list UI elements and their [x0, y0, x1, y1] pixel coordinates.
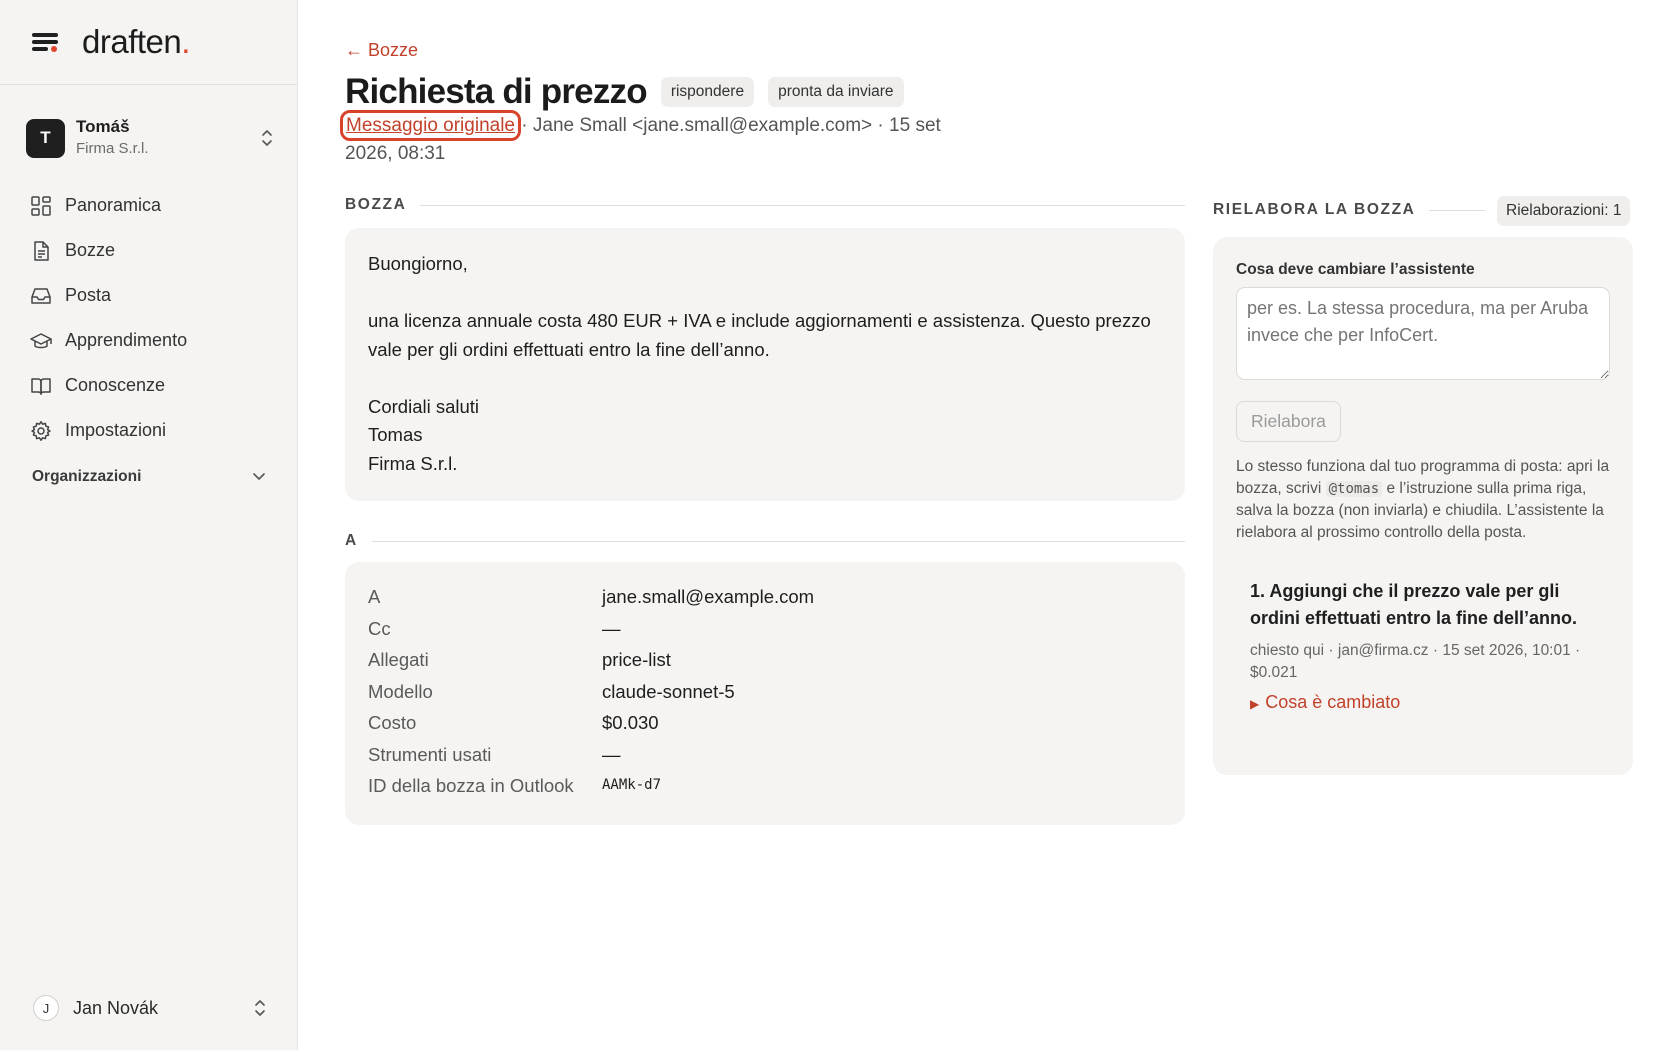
status-badge-intent: rispondere: [660, 77, 755, 107]
rework-help-text: Lo stesso funziona dal tuo programma di …: [1236, 458, 1610, 541]
document-icon: [34, 240, 49, 261]
detail-key: Strumenti usati: [368, 743, 492, 765]
detail-key: Costo: [368, 712, 417, 733]
user-name: Jan Novák: [73, 997, 159, 1018]
detail-value-cc: —: [602, 617, 621, 639]
chevron-updown-icon: [255, 1000, 265, 1016]
detail-value-cost: $0.030: [602, 712, 659, 733]
organizations-label: Organizzazioni: [32, 468, 142, 485]
what-changed-toggle[interactable]: ▶ Cosa è cambiato: [1250, 692, 1596, 713]
sidebar-item-label: Apprendimento: [65, 330, 188, 350]
title-row: Richiesta di prezzo rispondere pronta da…: [345, 72, 904, 112]
rework-request-meta: chiesto qui · jan@firma.cz · 15 set 2026…: [1250, 642, 1581, 681]
brand-logo[interactable]: draften.: [82, 23, 190, 61]
sidebar-item-posta[interactable]: Posta: [30, 273, 280, 318]
sidebar-item-impostazioni[interactable]: Impostazioni: [30, 408, 280, 453]
draft-paragraph: una licenza annuale costa 480 EUR + IVA …: [368, 310, 1151, 360]
book-icon: [31, 377, 51, 395]
detail-value-attachments: price-list: [602, 649, 671, 670]
detail-key: ID della bozza in Outlook: [368, 775, 574, 796]
detail-value-model: claude-sonnet-5: [602, 680, 735, 702]
draft-signature-org: Firma S.r.l.: [368, 452, 458, 474]
sidebar: draften. T Tomáš Firma S.r.l. Panoramica…: [0, 0, 298, 1050]
graduation-cap-icon: [30, 332, 52, 348]
sidebar-item-label: Posta: [65, 285, 112, 305]
sidebar-item-label: Impostazioni: [65, 420, 167, 440]
sidebar-item-label: Conoscenze: [65, 375, 166, 395]
chevron-updown-icon: [262, 130, 272, 146]
rework-section-label: RIELABORA LA BOZZA: [1213, 201, 1485, 219]
draft-card: Buongiorno, una licenza annuale costa 48…: [345, 228, 1185, 501]
page-title: Richiesta di prezzo: [345, 72, 648, 111]
draft-body: Buongiorno, una licenza annuale costa 48…: [368, 250, 1162, 478]
organizations-toggle[interactable]: Organizzazioni: [32, 468, 266, 486]
brand-header: draften.: [0, 0, 297, 85]
detail-key: Cc: [368, 617, 391, 639]
dashboard-icon: [31, 195, 51, 216]
account-name: Tomáš: [76, 117, 130, 136]
back-to-drafts-link[interactable]: ← Bozze: [345, 40, 418, 61]
details-section-label: A: [345, 532, 1185, 550]
user-avatar: J: [33, 995, 59, 1021]
detail-key: Allegati: [368, 649, 429, 670]
account-org: Firma S.r.l.: [76, 140, 149, 157]
draft-greeting: Buongiorno,: [368, 253, 468, 274]
chevron-down-icon: [253, 473, 265, 480]
detail-key: Modello: [368, 680, 433, 702]
rework-count-badge: Rielaborazioni: 1: [1497, 196, 1631, 226]
details-card: A jane.small@example.com Cc — Allegati p…: [345, 562, 1185, 825]
rework-request-title: 1. Aggiungi che il prezzo vale per gli o…: [1250, 581, 1578, 628]
message-meta: Messaggio originale · Jane Small <jane.s…: [340, 110, 975, 168]
detail-value-outlook-id: AAMk-d7: [602, 777, 662, 793]
account-switcher[interactable]: T Tomáš Firma S.r.l.: [26, 116, 274, 160]
status-badge-state: pronta da inviare: [768, 77, 904, 107]
original-message-link[interactable]: Messaggio originale: [340, 110, 521, 141]
draft-signature-name: Tomas: [368, 424, 423, 445]
sidebar-item-conoscenze[interactable]: Conoscenze: [30, 363, 280, 408]
details-table: A jane.small@example.com Cc — Allegati p…: [368, 581, 1162, 802]
rework-instruction-input[interactable]: [1236, 287, 1610, 380]
rework-button[interactable]: Rielabora: [1236, 401, 1341, 442]
draft-closing: Cordiali saluti: [368, 395, 480, 417]
sidebar-nav: Panoramica Bozze Posta Apprendimento Con…: [30, 183, 280, 453]
detail-value-to: jane.small@example.com: [602, 586, 815, 607]
triangle-right-icon: ▶: [1250, 697, 1260, 711]
rework-field-label: Cosa deve cambiare l’assistente: [1236, 261, 1475, 278]
sidebar-item-bozze[interactable]: Bozze: [30, 228, 280, 273]
draft-section-label: BOZZA: [345, 196, 1185, 214]
detail-value-tools: —: [602, 743, 621, 765]
mention-code: @tomas: [1325, 481, 1383, 497]
rework-request-item: 1. Aggiungi che il prezzo vale per gli o…: [1236, 578, 1596, 713]
menu-icon[interactable]: [32, 31, 60, 53]
sidebar-item-label: Panoramica: [65, 195, 162, 215]
gear-icon: [31, 420, 51, 441]
account-avatar: T: [26, 118, 65, 158]
sidebar-item-label: Bozze: [65, 240, 116, 260]
user-menu[interactable]: J Jan Novák: [33, 994, 267, 1022]
detail-key: A: [368, 586, 381, 607]
inbox-icon: [31, 287, 51, 304]
sidebar-item-apprendimento[interactable]: Apprendimento: [30, 318, 280, 363]
sidebar-item-panoramica[interactable]: Panoramica: [30, 183, 280, 228]
rework-card: Cosa deve cambiare l’assistente Rielabor…: [1213, 237, 1633, 775]
